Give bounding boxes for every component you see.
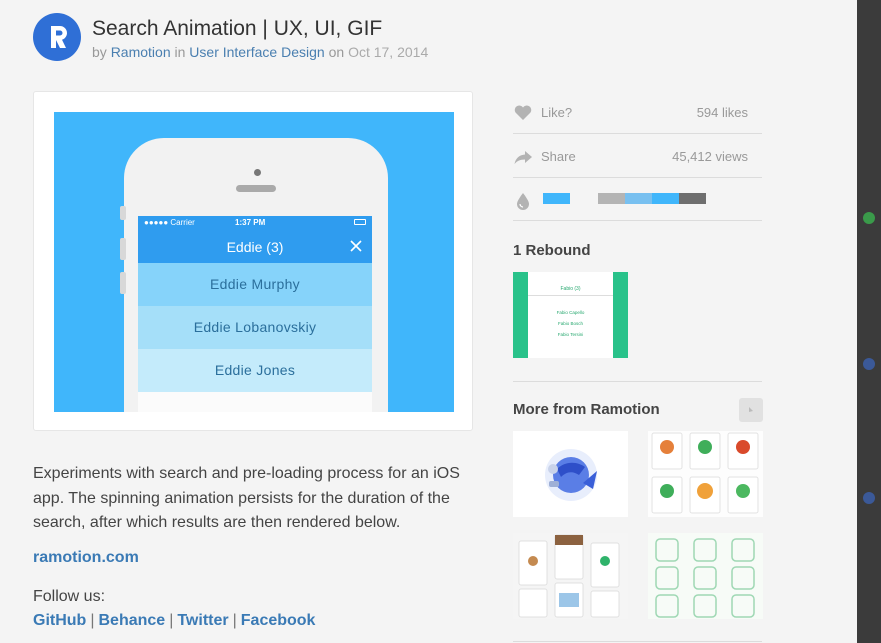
more-shot-thumbnail[interactable] xyxy=(648,431,763,517)
phone-side-button xyxy=(120,272,126,294)
divider xyxy=(513,381,762,382)
spinning-globe-illustration-icon xyxy=(545,449,597,501)
separator: | xyxy=(90,612,95,629)
rebound-header: Fabio (3) xyxy=(528,282,613,296)
rebound-row: Fabio Tersini xyxy=(557,332,584,337)
on-word: on xyxy=(328,44,345,60)
search-title: Eddie (3) xyxy=(226,239,284,255)
share-arrow-icon[interactable] xyxy=(513,147,533,167)
github-link[interactable]: GitHub xyxy=(33,612,86,629)
social-links: GitHub | Behance | Twitter | Facebook xyxy=(33,612,315,630)
more-shot-thumbnail[interactable] xyxy=(648,533,763,619)
phone-screen: ●●●●● Carrier 1:37 PM Eddie (3) Eddie Mu… xyxy=(138,216,372,412)
color-swatch[interactable] xyxy=(543,193,570,204)
phone-side-button xyxy=(120,206,126,220)
share-button[interactable]: Share xyxy=(541,149,576,164)
search-nav-bar: Eddie (3) xyxy=(138,230,372,263)
views-count: 45,412 views xyxy=(672,149,748,164)
result-row: Eddie Murphy xyxy=(138,263,372,306)
byline: by Ramotion in User Interface Design on … xyxy=(92,44,428,60)
separator: | xyxy=(232,612,237,629)
color-drop-icon xyxy=(517,193,529,210)
divider xyxy=(513,641,762,642)
more-arrow-button[interactable] xyxy=(739,398,763,422)
facebook-link[interactable]: Facebook xyxy=(241,612,316,629)
arrow-icon xyxy=(749,407,753,412)
shot-date: Oct 17, 2014 xyxy=(348,44,429,60)
rebound-row: Fabio Capello xyxy=(556,310,585,315)
separator: | xyxy=(169,612,174,629)
share-row: Share 45,412 views xyxy=(513,135,762,178)
rebound-row: Fabio Bosch xyxy=(557,321,583,326)
close-icon xyxy=(350,240,362,252)
rebound-title: 1 Rebound xyxy=(513,242,591,259)
shot-title: Search Animation | UX, UI, GIF xyxy=(92,17,383,40)
more-shot-thumbnail[interactable] xyxy=(513,431,628,517)
color-swatch[interactable] xyxy=(679,193,706,204)
website-link[interactable]: ramotion.com xyxy=(33,549,139,567)
follow-label: Follow us: xyxy=(33,588,106,605)
adjacent-panel xyxy=(857,0,881,643)
shop-app-screens-icon xyxy=(518,534,620,618)
shot-card: ●●●●● Carrier 1:37 PM Eddie (3) Eddie Mu… xyxy=(33,91,473,431)
heart-icon[interactable] xyxy=(513,103,533,123)
result-row: Eddie Jones xyxy=(138,349,372,392)
status-time: 1:37 PM xyxy=(235,218,266,227)
twitter-link[interactable]: Twitter xyxy=(177,612,228,629)
facebook-icon[interactable] xyxy=(863,492,875,504)
shot-image[interactable]: ●●●●● Carrier 1:37 PM Eddie (3) Eddie Mu… xyxy=(54,112,454,412)
food-app-screens-icon xyxy=(651,432,759,514)
battery-icon xyxy=(354,219,366,225)
green-dot-icon xyxy=(863,212,875,224)
icon-grid-illustration-icon xyxy=(655,538,755,618)
in-word: in xyxy=(174,44,186,60)
facebook-icon[interactable] xyxy=(863,358,875,370)
like-button[interactable]: Like? xyxy=(541,105,572,120)
status-bar: ●●●●● Carrier 1:37 PM xyxy=(138,216,372,230)
result-row: Eddie Lobanovskiy xyxy=(138,306,372,349)
author-link[interactable]: Ramotion xyxy=(111,44,171,60)
phone-camera xyxy=(254,169,261,176)
color-swatch[interactable] xyxy=(652,193,679,204)
shot-description: Experiments with search and pre-loading … xyxy=(33,465,460,531)
behance-link[interactable]: Behance xyxy=(98,612,165,629)
empty-row xyxy=(138,392,372,412)
phone-speaker xyxy=(236,185,276,192)
more-shot-thumbnail[interactable] xyxy=(513,533,628,619)
likes-count[interactable]: 594 likes xyxy=(697,105,748,120)
by-word: by xyxy=(92,44,107,60)
phone-side-button xyxy=(120,238,126,260)
rebound-thumbnail[interactable]: Fabio (3) Fabio Capello Fabio Bosch Fabi… xyxy=(513,272,628,358)
like-row: Like? 594 likes xyxy=(513,91,762,134)
more-from-title: More from Ramotion xyxy=(513,401,660,418)
rebound-screen: Fabio (3) Fabio Capello Fabio Bosch Fabi… xyxy=(528,272,613,358)
color-swatch[interactable] xyxy=(625,193,652,204)
color-swatch[interactable] xyxy=(598,193,625,204)
ramotion-logo-icon xyxy=(51,26,67,48)
author-avatar[interactable] xyxy=(33,13,81,61)
color-swatch[interactable] xyxy=(570,193,598,204)
status-carrier: ●●●●● Carrier xyxy=(144,218,195,227)
team-link[interactable]: User Interface Design xyxy=(189,44,324,60)
